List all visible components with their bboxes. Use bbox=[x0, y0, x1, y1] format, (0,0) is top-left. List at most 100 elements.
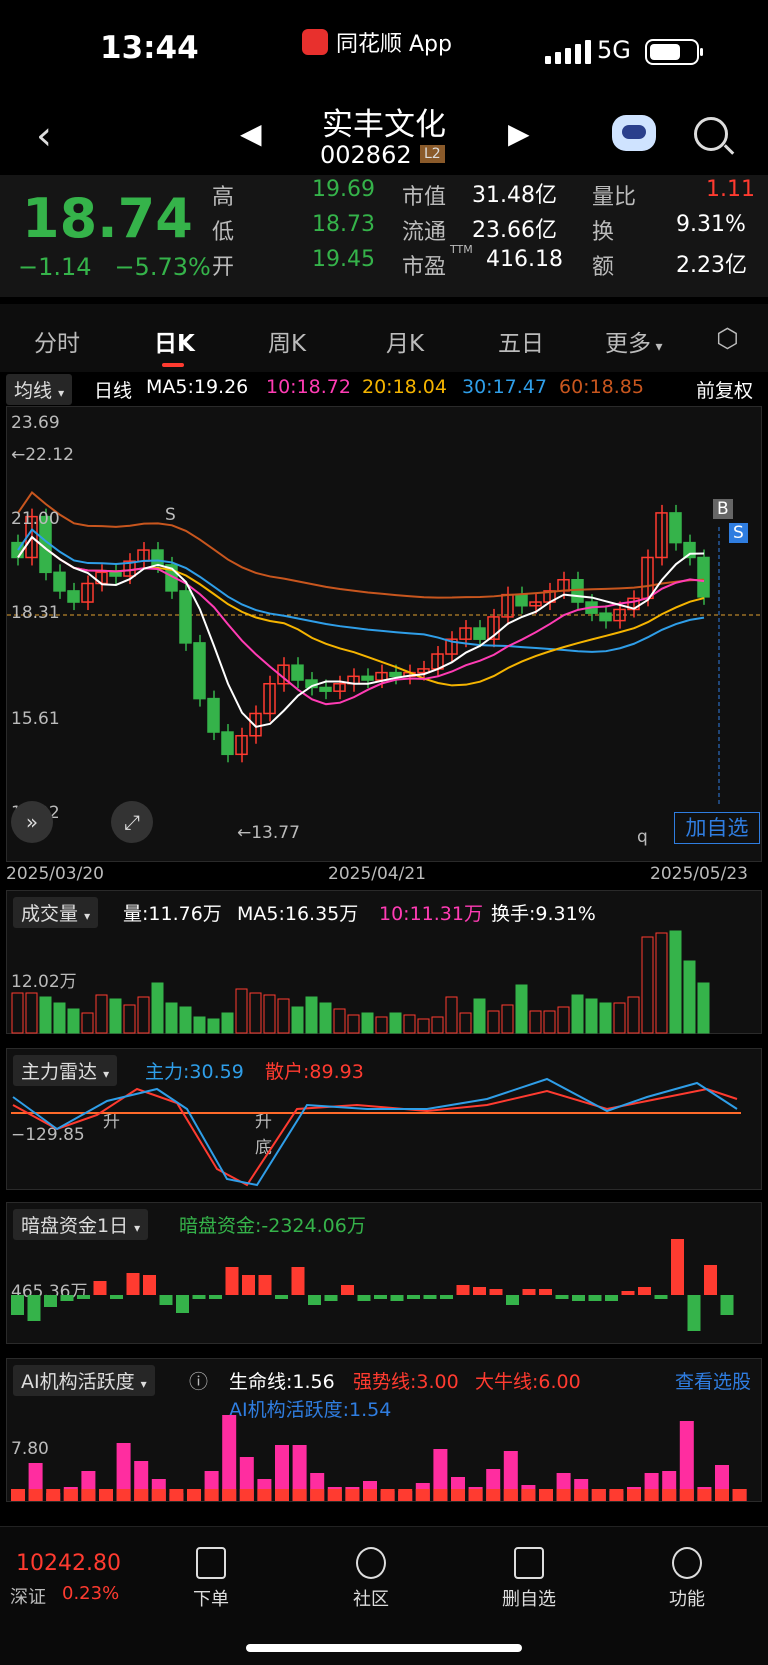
active-tab-indicator bbox=[162, 363, 184, 367]
ai-activity-panel[interactable]: AI机构活跃度 ▾ ⓘ 生命线:1.56 强势线:3.00 大牛线:6.00 查… bbox=[6, 1358, 762, 1502]
ma-legend: 均线 ▾ 日线 MA5:19.26 10:18.72 20:18.04 30:1… bbox=[6, 374, 762, 405]
dark-pool-bar bbox=[143, 1275, 156, 1295]
ai-base-bar bbox=[433, 1489, 448, 1501]
tab-more[interactable]: 更多 ▾ bbox=[605, 324, 662, 358]
dark-pool-bar bbox=[60, 1295, 74, 1301]
volume-bar bbox=[347, 1014, 360, 1034]
nav-community-label: 社区 bbox=[353, 1589, 389, 1610]
index-percent: 0.23% bbox=[62, 1583, 120, 1604]
tab-intraday[interactable]: 分时 bbox=[34, 324, 80, 358]
dark-pool-bar bbox=[506, 1295, 519, 1305]
price-change: −1.14 −5.73% bbox=[18, 253, 211, 281]
settings-hexagon-icon[interactable]: ⬡ bbox=[716, 324, 739, 354]
amount-label: 额 bbox=[592, 255, 615, 280]
volume-bar bbox=[39, 996, 52, 1034]
volume-bar bbox=[613, 1002, 626, 1034]
adjust-mode[interactable]: 前复权 bbox=[696, 376, 753, 403]
ai-base-bar bbox=[363, 1489, 377, 1501]
ma5-value: MA5:19.26 bbox=[146, 376, 249, 398]
tab-more-label: 更多 bbox=[605, 331, 651, 357]
dark-pool-bar bbox=[489, 1289, 503, 1295]
dark-pool-bar bbox=[11, 1295, 24, 1315]
volume-bar bbox=[333, 1008, 346, 1034]
robot-icon[interactable] bbox=[612, 115, 656, 151]
kline-chart[interactable] bbox=[7, 407, 763, 863]
volume-bar bbox=[137, 996, 150, 1034]
sell-signal: S bbox=[165, 505, 176, 525]
ai-base-bar bbox=[204, 1489, 219, 1501]
dark-pool-bar bbox=[225, 1267, 239, 1295]
tab-five-day[interactable]: 五日 bbox=[498, 324, 544, 358]
status-bar: 13:44 同花顺 App 5G bbox=[0, 0, 768, 95]
high-value: 19.69 bbox=[312, 177, 375, 202]
dark-pool-bar bbox=[308, 1295, 321, 1305]
fullscreen-icon[interactable]: ⤢ bbox=[111, 801, 153, 843]
dark-pool-panel[interactable]: 暗盘资金1日 ▾ 暗盘资金:-2324.06万 465.36万 bbox=[6, 1202, 762, 1344]
volume-bar bbox=[403, 1014, 416, 1034]
mktcap-label: 市值 bbox=[402, 185, 447, 210]
nav-remove-watch[interactable]: 删自选 bbox=[484, 1547, 574, 1611]
title-bar: ‹ ◀ 实丰文化 002862 L2 ▶ bbox=[0, 95, 768, 175]
index-name: 深证 bbox=[10, 1587, 46, 1608]
volume-bar bbox=[11, 992, 24, 1034]
low-value: 18.73 bbox=[312, 212, 375, 237]
radar-panel[interactable]: 主力雷达 ▾ 主力:30.59 散户:89.93 −129.85 升 升 底 bbox=[6, 1048, 762, 1190]
dark-pool-bar bbox=[209, 1295, 222, 1299]
date-label: 2025/04/21 bbox=[328, 864, 426, 884]
y-tick: 18.31 bbox=[11, 603, 60, 623]
high-label: 高 bbox=[212, 185, 235, 210]
ai-base-bar bbox=[468, 1489, 483, 1501]
dark-pool-bar bbox=[126, 1273, 140, 1295]
dark-pool-bar bbox=[341, 1285, 354, 1295]
ai-base-bar bbox=[275, 1489, 289, 1501]
candle-body bbox=[697, 556, 710, 598]
volume-panel[interactable]: 成交量 ▾ 量:11.76万 MA5:16.35万 10:11.31万 换手:9… bbox=[6, 890, 762, 1034]
ai-base-bar bbox=[697, 1489, 712, 1501]
volume-bar bbox=[179, 1006, 192, 1034]
volume-bar bbox=[683, 960, 696, 1034]
expand-icon[interactable]: » bbox=[11, 801, 53, 843]
nav-functions-label: 功能 bbox=[669, 1589, 705, 1610]
tab-monthly[interactable]: 月K bbox=[386, 324, 424, 358]
turnover-value: 9.31% bbox=[676, 212, 746, 237]
app-logo-icon bbox=[302, 29, 328, 55]
ma20-line bbox=[17, 535, 705, 687]
ai-base-bar bbox=[627, 1489, 641, 1501]
search-icon[interactable] bbox=[694, 117, 728, 151]
index-value[interactable]: 10242.80 bbox=[16, 1551, 121, 1576]
mktcap-value: 31.48亿 bbox=[472, 183, 557, 208]
nav-community[interactable]: 社区 bbox=[326, 1547, 416, 1611]
nav-functions[interactable]: 功能 bbox=[642, 1547, 732, 1611]
ai-base-bar bbox=[503, 1489, 518, 1501]
low-marker: ←13.77 bbox=[237, 823, 300, 843]
kline-panel[interactable]: 23.69 21.00 18.31 15.61 12.92 ←22.12 ←13… bbox=[6, 406, 763, 863]
amount-value: 2.23亿 bbox=[676, 253, 747, 278]
q-marker: q bbox=[637, 827, 648, 847]
ai-bar bbox=[222, 1415, 237, 1501]
volume-bar bbox=[431, 1016, 444, 1034]
add-watchlist-button[interactable]: 加自选 bbox=[674, 812, 760, 844]
next-stock-button[interactable]: ▶ bbox=[508, 117, 530, 150]
period-tabs: 分时 日K 周K 月K 五日 更多 ▾ ⬡ bbox=[0, 304, 768, 372]
ai-base-bar bbox=[187, 1489, 201, 1501]
ai-base-bar bbox=[398, 1489, 413, 1501]
ai-base-bar bbox=[662, 1489, 677, 1501]
indicator-select[interactable]: 均线 ▾ bbox=[6, 374, 73, 405]
dark-pool-bar bbox=[407, 1295, 420, 1299]
dark-pool-bar bbox=[77, 1295, 90, 1299]
nav-order[interactable]: 下单 bbox=[166, 1547, 256, 1611]
ai-base-bar bbox=[574, 1489, 589, 1501]
stock-code: 002862 bbox=[320, 141, 412, 169]
period-label: 日线 bbox=[94, 380, 133, 402]
volume-bar bbox=[417, 1018, 430, 1034]
tab-daily[interactable]: 日K bbox=[154, 324, 195, 358]
float-label: 流通 bbox=[402, 220, 447, 245]
y-tick: 23.69 bbox=[11, 413, 60, 433]
dark-pool-bar bbox=[522, 1289, 536, 1295]
volume-bar bbox=[165, 1002, 178, 1034]
volume-bar bbox=[361, 1012, 374, 1034]
ai-base-bar bbox=[715, 1489, 729, 1501]
tab-weekly[interactable]: 周K bbox=[268, 324, 306, 358]
float-value: 23.66亿 bbox=[472, 218, 557, 243]
nav-order-label: 下单 bbox=[193, 1589, 229, 1610]
